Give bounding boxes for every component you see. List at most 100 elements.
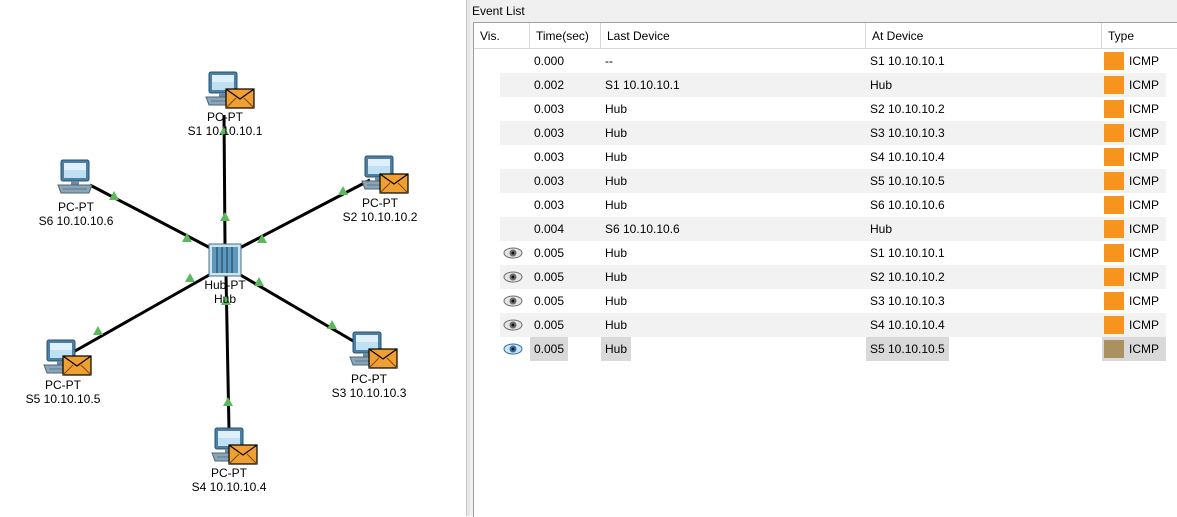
at-device-cell-text: S3 10.10.10.3 [870, 126, 945, 140]
time-cell: 0.003 [530, 121, 600, 145]
pdu-color-swatch[interactable] [1104, 244, 1124, 262]
event-row[interactable]: 0.003 Hub S6 10.10.10.6 ICMP [500, 193, 1166, 217]
time-cell: 0.003 [530, 145, 600, 169]
type-cell: ICMP [1102, 97, 1166, 121]
pdu-color-swatch[interactable] [1104, 316, 1124, 334]
link-hub-s3[interactable] [231, 268, 361, 347]
link-light-s3-hub [254, 277, 264, 286]
last-device-cell-text: S1 10.10.10.1 [605, 78, 680, 92]
topology-canvas [43, 71, 409, 465]
link-light-s4-end [223, 397, 233, 406]
vis-cell[interactable] [500, 217, 530, 241]
event-list-title: Event List [472, 4, 525, 18]
vis-cell[interactable] [500, 193, 530, 217]
pdu-color-swatch[interactable] [1104, 340, 1124, 358]
vis-cell[interactable] [500, 145, 530, 169]
link-light-s5-hub [185, 273, 195, 282]
pdu-color-swatch[interactable] [1104, 100, 1124, 118]
last-device-cell-text: Hub [605, 270, 628, 284]
time-cell-text: 0.005 [534, 270, 565, 284]
envelope-pdu-s1-icon[interactable] [225, 88, 255, 109]
event-row[interactable]: 0.003 Hub S3 10.10.10.3 ICMP [500, 121, 1166, 145]
event-list-panel: Event List Vis. Time(sec) Last Device At… [470, 0, 1177, 517]
at-device-cell-text: S5 10.10.10.5 [870, 174, 945, 188]
type-cell: ICMP [1102, 265, 1166, 289]
time-cell-text: 0.003 [534, 174, 565, 188]
link-hub-s5[interactable] [67, 268, 219, 357]
time-cell: 0.005 [530, 265, 600, 289]
pdu-color-swatch[interactable] [1104, 148, 1124, 166]
type-text: ICMP [1129, 150, 1159, 164]
type-text: ICMP [1129, 78, 1159, 92]
device-type-label: PC-PT [206, 110, 243, 124]
event-row[interactable]: 0.005 Hub S4 10.10.10.4 ICMP [500, 313, 1166, 337]
vis-cell[interactable] [500, 289, 530, 313]
type-text: ICMP [1129, 126, 1159, 140]
eye-icon[interactable] [503, 343, 523, 355]
vis-cell[interactable] [500, 97, 530, 121]
event-row[interactable]: 0.003 Hub S2 10.10.10.2 ICMP [500, 97, 1166, 121]
vis-cell[interactable] [500, 73, 530, 97]
event-row[interactable]: 0.000 -- S1 10.10.10.1 ICMP [500, 49, 1166, 73]
column-header-vis[interactable]: Vis. [474, 23, 530, 49]
eye-icon[interactable] [503, 319, 523, 331]
type-cell: ICMP [1102, 241, 1166, 265]
vis-cell[interactable] [500, 169, 530, 193]
last-device-cell-text: Hub [605, 174, 628, 188]
event-row[interactable]: 0.003 Hub S4 10.10.10.4 ICMP [500, 145, 1166, 169]
device-type-label: PC-PT [210, 466, 247, 480]
eye-icon[interactable] [503, 247, 523, 259]
vis-cell[interactable] [500, 49, 530, 73]
pdu-color-swatch[interactable] [1104, 292, 1124, 310]
envelope-pdu-s4-icon[interactable] [228, 444, 258, 465]
pdu-color-swatch[interactable] [1104, 172, 1124, 190]
vis-cell[interactable] [500, 121, 530, 145]
last-device-cell-text: Hub [605, 102, 628, 116]
at-device-cell-text: S1 10.10.10.1 [870, 54, 945, 68]
column-header-last-device[interactable]: Last Device [601, 23, 866, 49]
event-row[interactable]: 0.003 Hub S5 10.10.10.5 ICMP [500, 169, 1166, 193]
at-device-cell: Hub [866, 217, 1102, 241]
envelope-pdu-s2-icon[interactable] [379, 173, 409, 194]
event-row[interactable]: 0.005 Hub S1 10.10.10.1 ICMP [500, 241, 1166, 265]
pc-s6-icon[interactable] [57, 159, 93, 194]
pc-s5-label: PC-PT S5 10.10.10.5 [26, 378, 101, 406]
vis-cell[interactable] [500, 241, 530, 265]
event-row[interactable]: 0.002 S1 10.10.10.1 Hub ICMP [500, 73, 1166, 97]
pdu-color-swatch[interactable] [1104, 124, 1124, 142]
pdu-color-swatch[interactable] [1104, 76, 1124, 94]
pdu-color-swatch[interactable] [1104, 196, 1124, 214]
time-cell: 0.003 [530, 97, 600, 121]
event-row[interactable]: 0.005 Hub S5 10.10.10.5 ICMP [500, 337, 1166, 361]
event-row[interactable]: 0.005 Hub S3 10.10.10.3 ICMP [500, 289, 1166, 313]
at-device-cell: S2 10.10.10.2 [866, 265, 1102, 289]
vis-cell[interactable] [500, 337, 530, 361]
last-device-cell-text: Hub [605, 294, 628, 308]
at-device-cell: S1 10.10.10.1 [866, 241, 1102, 265]
hub-device-icon[interactable] [208, 243, 242, 277]
envelope-pdu-s5-icon[interactable] [62, 355, 92, 376]
link-light-s1-hub [220, 212, 230, 221]
time-cell: 0.005 [530, 241, 600, 265]
last-device-cell-text: Hub [601, 337, 632, 361]
pc-s3-label: PC-PT S3 10.10.10.3 [332, 372, 407, 400]
pdu-color-swatch[interactable] [1104, 52, 1124, 70]
time-cell: 0.000 [530, 49, 600, 73]
vis-cell[interactable] [500, 313, 530, 337]
vis-cell[interactable] [500, 265, 530, 289]
column-header-time[interactable]: Time(sec) [530, 23, 601, 49]
event-row[interactable]: 0.004 S6 10.10.10.6 Hub ICMP [500, 217, 1166, 241]
pdu-color-swatch[interactable] [1104, 220, 1124, 238]
type-cell: ICMP [1102, 313, 1166, 337]
last-device-cell: Hub [601, 169, 866, 193]
column-header-at-device[interactable]: At Device [866, 23, 1102, 49]
envelope-pdu-s3-icon[interactable] [368, 348, 398, 369]
event-row[interactable]: 0.005 Hub S2 10.10.10.2 ICMP [500, 265, 1166, 289]
type-text: ICMP [1129, 342, 1159, 356]
eye-icon[interactable] [503, 271, 523, 283]
time-cell: 0.003 [530, 169, 600, 193]
pdu-color-swatch[interactable] [1104, 268, 1124, 286]
column-header-type[interactable]: Type [1102, 23, 1177, 49]
logical-workspace[interactable]: PC-PT S1 10.10.10.1 PC-PT S2 10.10.10.2 … [0, 0, 466, 516]
eye-icon[interactable] [503, 295, 523, 307]
